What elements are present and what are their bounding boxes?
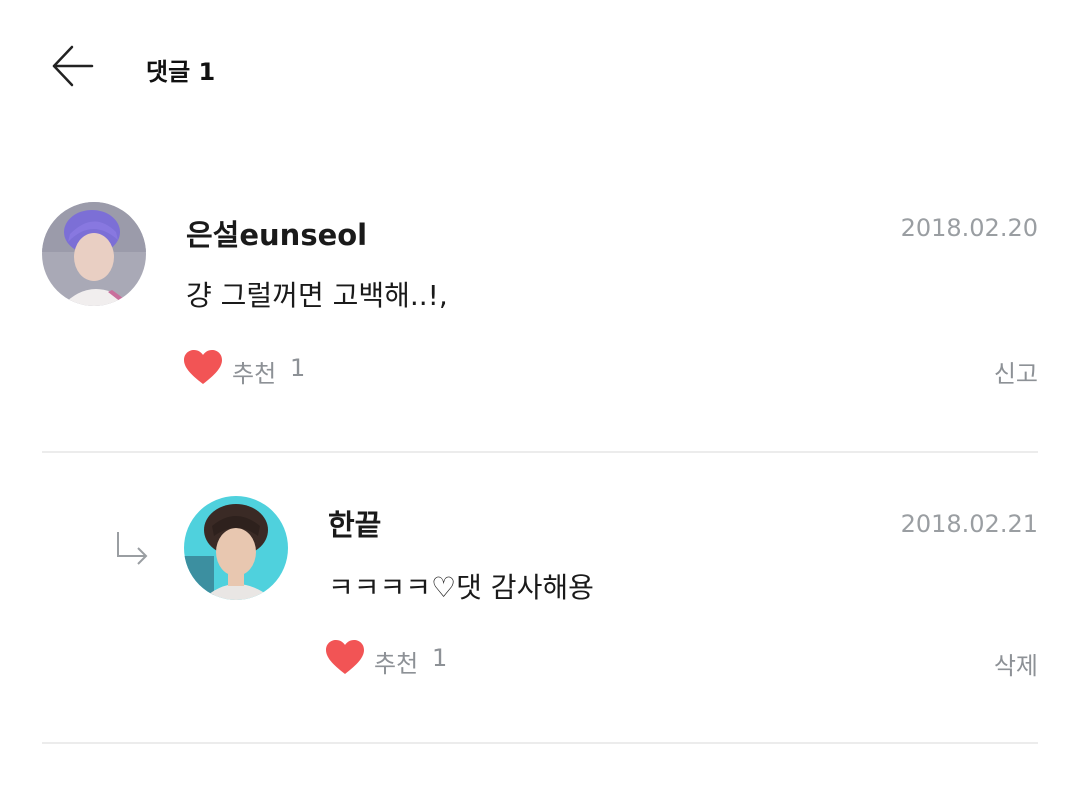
comment-text: ㅋㅋㅋㅋ♡댓 감사해용 — [328, 571, 594, 604]
avatar[interactable] — [184, 496, 288, 600]
reply-arrow-icon — [117, 532, 148, 565]
arrow-left-icon — [52, 45, 94, 87]
heart-icon — [184, 350, 222, 384]
heart-icon — [326, 640, 364, 674]
page-title: 댓글 1 — [146, 58, 216, 86]
comment-author: 은설eunseol — [186, 218, 368, 252]
like-count: 1 — [432, 644, 448, 672]
like-label: 추천 — [232, 360, 277, 388]
delete-button[interactable]: 삭제 — [994, 646, 1038, 681]
avatar[interactable] — [42, 202, 146, 306]
comment-author: 한끝 — [328, 508, 382, 542]
header-bar: 댓글 1 — [0, 0, 1080, 130]
like-label: 추천 — [374, 650, 419, 678]
comment-text: 걍 그럴꺼면 고백해..!, — [186, 279, 448, 312]
like-button[interactable]: 추천 1 — [326, 640, 476, 680]
like-count: 1 — [290, 354, 306, 382]
divider — [42, 451, 1038, 453]
like-button[interactable]: 추천 1 — [184, 350, 334, 390]
divider — [42, 742, 1038, 744]
comment-date: 2018.02.20 — [900, 214, 1038, 242]
report-button[interactable]: 신고 — [994, 354, 1038, 389]
back-button[interactable] — [46, 40, 100, 94]
comment-date: 2018.02.21 — [900, 510, 1038, 538]
